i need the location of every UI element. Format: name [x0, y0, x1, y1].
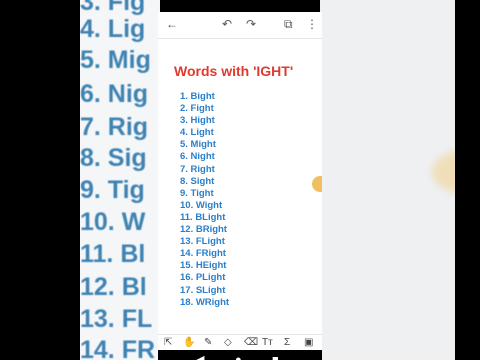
- list-item: 4. Light: [180, 127, 214, 139]
- list-item: 2. Fight: [180, 103, 214, 115]
- nav-recents-icon[interactable]: ■: [272, 354, 279, 360]
- list-item: 14. FRight: [180, 248, 226, 260]
- list-item: 13. FLight: [180, 236, 225, 248]
- list-item: 1. Bight: [180, 91, 215, 102]
- nav-back-icon[interactable]: ◀: [196, 354, 204, 360]
- more-options-icon[interactable]: ⋮: [306, 17, 318, 31]
- list-item: 9. Tight: [180, 187, 214, 199]
- list-item: 7. Right: [180, 163, 215, 175]
- list-item: 3. Hight: [180, 115, 215, 127]
- bottom-toolbar: ⇱ ✋ ✎ ◇ ⌫ Tт Σ ▣: [158, 334, 322, 351]
- list-item: 15. HEight: [180, 260, 227, 272]
- bg-text-line: 7. Rig: [80, 113, 149, 141]
- list-item: 12. BRight: [180, 224, 227, 236]
- text-icon[interactable]: Tт: [262, 337, 273, 349]
- pen-icon[interactable]: ✎: [204, 337, 212, 349]
- list-item: 18. WRight: [180, 296, 230, 308]
- scroll-handle[interactable]: [312, 176, 322, 192]
- page-title: Words with 'IGHT': [174, 63, 294, 79]
- bg-text-line: 4. Lig: [80, 15, 146, 43]
- top-toolbar: ← ↶ ↷ ⧉ ⋮: [158, 12, 322, 39]
- note-page[interactable]: Words with 'IGHT' 1. Bight 2. Fight 3. H…: [158, 39, 322, 329]
- list-item: 6. Night: [180, 151, 215, 163]
- bg-text-line: 9. Tig: [80, 176, 145, 204]
- list-item: 5. Might: [180, 139, 216, 151]
- bg-text-line: 11. Bl: [80, 240, 146, 268]
- android-navbar: ◀ ● ■: [158, 350, 322, 360]
- pages-icon[interactable]: ⧉: [284, 17, 293, 31]
- formula-icon[interactable]: Σ: [284, 337, 290, 349]
- select-cursor-icon[interactable]: ⇱: [164, 337, 172, 349]
- back-arrow-icon[interactable]: ←: [166, 17, 178, 31]
- hand-icon[interactable]: ✋: [183, 337, 195, 349]
- bg-text-line: 12. Bl: [80, 273, 147, 301]
- bg-text-line: 6. Nig: [80, 80, 149, 108]
- image-icon[interactable]: ▣: [304, 337, 313, 349]
- background-blur-left: 3. Fig 4. Lig 5. Mig 6. Nig 7. Rig 8. Si…: [0, 0, 160, 360]
- undo-icon[interactable]: ↶: [222, 17, 232, 31]
- list-item: 16. PLight: [180, 272, 226, 284]
- bg-text-line: 14. FR: [80, 336, 156, 360]
- bg-text-line: 5. Mig: [80, 46, 151, 74]
- list-item: 10. Wight: [180, 199, 223, 211]
- pillar-box-right: [455, 0, 480, 360]
- list-item: 11. BLight: [180, 211, 226, 223]
- nav-home-icon[interactable]: ●: [235, 354, 242, 360]
- redo-icon[interactable]: ↷: [246, 17, 256, 31]
- shapes-icon[interactable]: ◇: [224, 337, 232, 349]
- eraser-icon[interactable]: ⌫: [244, 337, 258, 349]
- bg-text-line: 13. FL: [80, 305, 153, 333]
- list-item: 8. Sight: [180, 175, 215, 187]
- word-list: 1. Bight 2. Fight 3. Hight 4. Light 5. M…: [180, 91, 229, 309]
- bg-text-line: 8. Sig: [80, 144, 147, 172]
- pillar-box-left: [0, 0, 80, 360]
- background-blur-right: [320, 0, 480, 360]
- phone-screen: ← ↶ ↷ ⧉ ⋮ Words with 'IGHT' 1. Bight 2. …: [158, 12, 322, 360]
- bg-text-line: 10. W: [80, 208, 146, 236]
- list-item: 17. SLight: [180, 284, 226, 296]
